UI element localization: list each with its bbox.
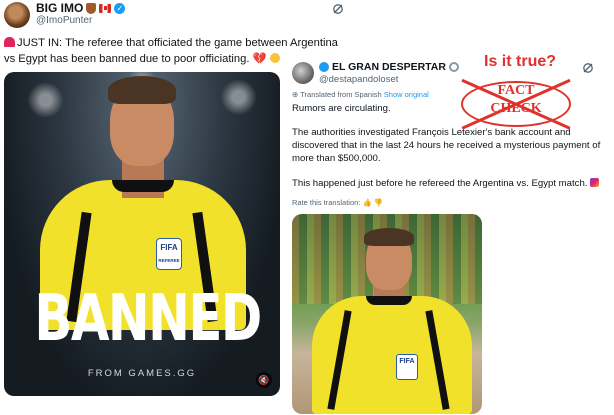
- siren-emoji-icon: [4, 37, 15, 47]
- avatar[interactable]: [292, 62, 314, 84]
- author-handle[interactable]: @destapandoloset: [319, 74, 398, 85]
- sad-face-emoji-icon: [269, 53, 280, 63]
- author-handle[interactable]: @ImoPunter: [36, 15, 92, 26]
- translate-globe-icon: ⊕: [292, 90, 301, 99]
- fifa-badge-text: FIFA: [399, 358, 415, 365]
- media-source-text: FROM GAMES.GG: [87, 368, 197, 379]
- tweet-paragraph-text: This happened just before he refereed th…: [292, 178, 588, 189]
- rate-label: Rate this translation:: [292, 198, 361, 207]
- thumbs-up-icon[interactable]: 👍: [362, 198, 371, 207]
- author-name-row[interactable]: EL GRAN DESPERTAR: [319, 61, 459, 73]
- canada-flag-icon: [99, 3, 112, 13]
- gear-emoji-icon: [448, 62, 459, 72]
- tweet-media-image[interactable]: FIFA REFEREE BANNED FROM GAMES.GG 🔇: [4, 72, 280, 396]
- grok-icon[interactable]: [332, 3, 344, 15]
- sun-emoji-icon: [319, 62, 329, 72]
- camera-emoji-icon: [590, 178, 600, 187]
- tweet-media-image[interactable]: FIFA: [292, 214, 482, 414]
- author-name[interactable]: EL GRAN DESPERTAR: [332, 61, 446, 73]
- grok-icon[interactable]: [582, 62, 594, 74]
- shield-emoji-icon: [86, 2, 97, 14]
- referee-badge-text: REFEREE: [158, 258, 180, 263]
- referee-figure: FIFA: [292, 214, 482, 414]
- fifa-badge-text: FIFA: [160, 243, 178, 252]
- translated-label: Translated from Spanish: [300, 90, 382, 99]
- annotation-question: Is it true?: [484, 53, 557, 70]
- translation-note: ⊕ Translated from Spanish Show original: [292, 90, 429, 99]
- tweet-paragraph: This happened just before he refereed th…: [292, 177, 610, 190]
- show-original-link[interactable]: Show original: [384, 90, 429, 99]
- author-name-row[interactable]: BIG IMO ✓: [36, 1, 126, 15]
- rate-translation: Rate this translation: 👍 👎: [292, 198, 383, 207]
- author-name[interactable]: BIG IMO: [36, 1, 83, 15]
- fact-check-stamp: FACT CHECK: [461, 75, 571, 133]
- mute-icon[interactable]: 🔇: [256, 372, 272, 388]
- broken-heart-emoji: 💔: [252, 53, 267, 65]
- verified-badge-icon: ✓: [114, 2, 126, 14]
- banned-headline: BANNED: [34, 282, 262, 356]
- avatar[interactable]: [4, 2, 30, 28]
- thumbs-down-icon[interactable]: 👎: [374, 198, 383, 207]
